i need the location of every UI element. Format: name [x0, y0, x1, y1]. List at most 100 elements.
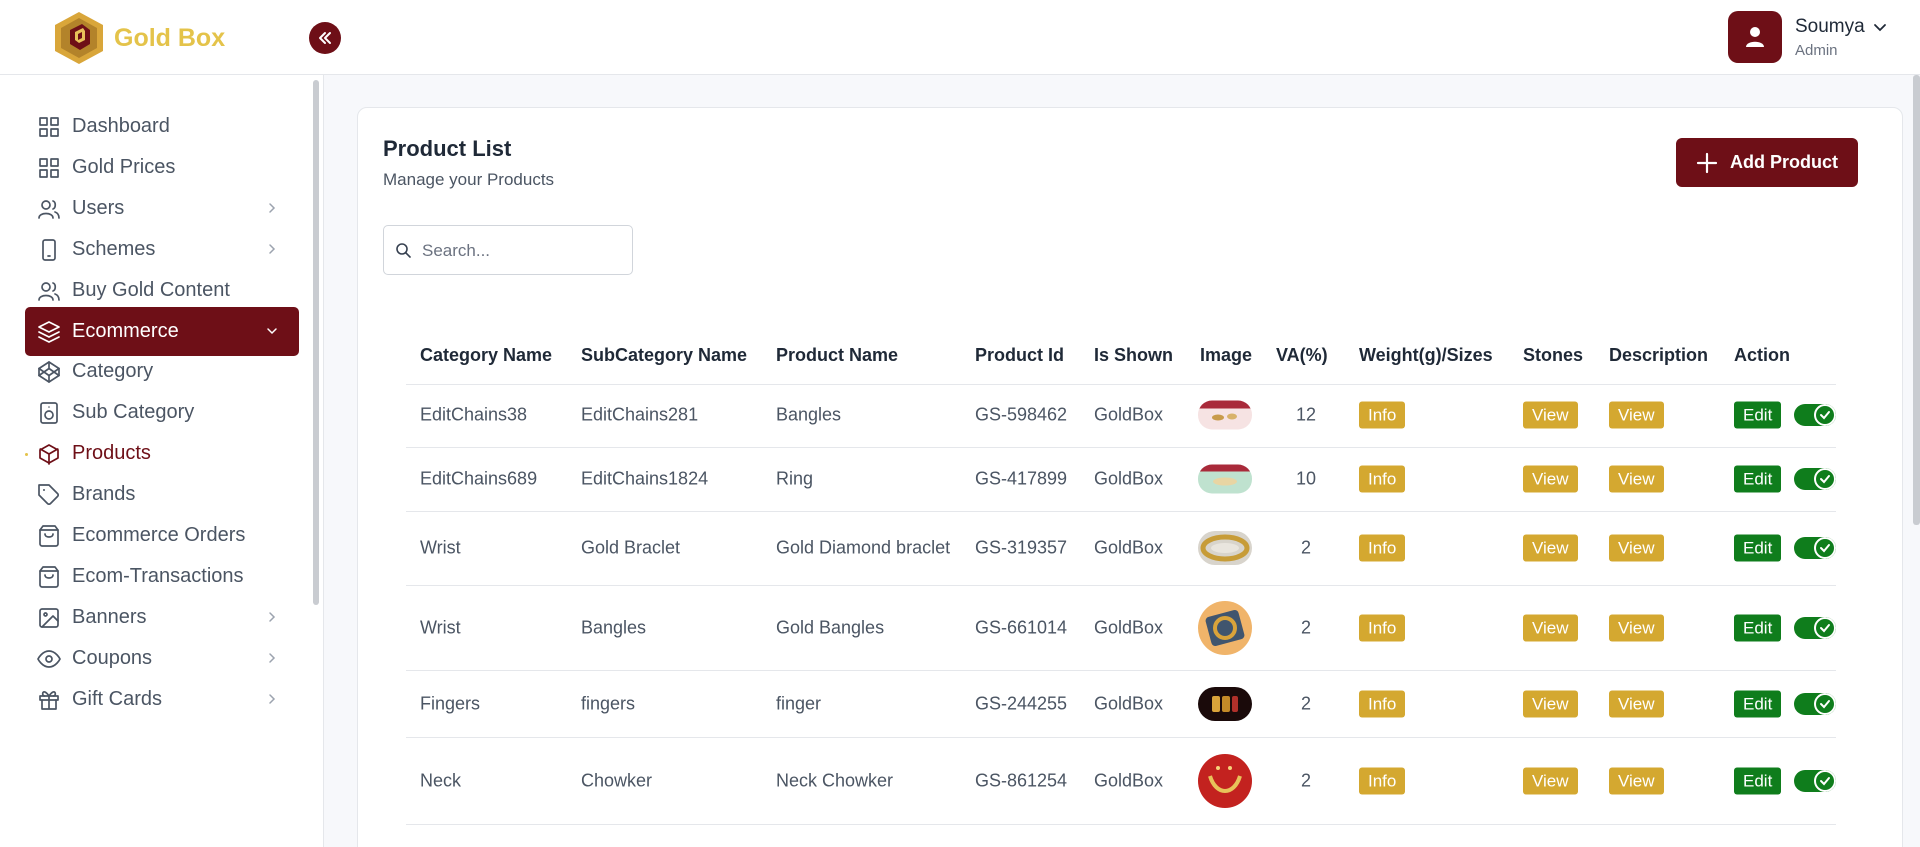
- edit-button[interactable]: Edit: [1734, 614, 1782, 642]
- visibility-toggle[interactable]: [1794, 468, 1836, 490]
- grid-icon: [37, 156, 61, 180]
- product-name-cell: Ring: [776, 468, 814, 489]
- user-name[interactable]: Soumya: [1795, 16, 1865, 38]
- sidebar-item-label: Coupons: [72, 646, 153, 669]
- search-input[interactable]: [422, 238, 622, 264]
- category-cell: Wrist: [420, 537, 461, 558]
- info-button[interactable]: Info: [1359, 614, 1406, 642]
- column-header: Weight(g)/Sizes: [1359, 345, 1493, 365]
- collapse-sidebar-button[interactable]: [309, 22, 341, 54]
- info-button[interactable]: Info: [1359, 401, 1406, 429]
- column-header: Is Shown: [1094, 345, 1174, 365]
- column-header: Action: [1734, 345, 1790, 365]
- search-box[interactable]: [383, 225, 633, 275]
- column-header: Category Name: [420, 345, 553, 365]
- subcategory-cell: EditChains1824: [581, 468, 709, 489]
- column-header: Image: [1200, 345, 1253, 365]
- visibility-toggle[interactable]: [1794, 404, 1836, 426]
- visibility-toggle[interactable]: [1794, 617, 1836, 639]
- user-role: Admin: [1795, 42, 1838, 59]
- phone-icon: [37, 238, 61, 262]
- description-view-button[interactable]: View: [1609, 614, 1664, 642]
- edit-button[interactable]: Edit: [1734, 767, 1782, 795]
- grid-icon: [37, 115, 61, 139]
- info-button[interactable]: Info: [1359, 465, 1406, 493]
- check-icon: [1814, 617, 1836, 639]
- product-name-cell: Gold Bangles: [776, 617, 885, 638]
- ring-image[interactable]: [1198, 464, 1252, 494]
- column-header: VA(%): [1276, 345, 1328, 365]
- visibility-toggle[interactable]: [1794, 770, 1836, 792]
- description-view-button[interactable]: View: [1609, 465, 1664, 493]
- sidebar-item-gift-cards[interactable]: Gift Cards: [25, 675, 299, 724]
- sidebar-item-label: Banners: [72, 605, 147, 628]
- sidebar-item-label: Gift Cards: [72, 687, 163, 710]
- sidebar-item-label: Ecom-Transactions: [72, 564, 244, 587]
- image-icon: [37, 606, 61, 630]
- sidebar-item-label: Ecommerce Orders: [72, 524, 246, 546]
- stones-view-button[interactable]: View: [1523, 465, 1578, 493]
- sidebar: Dashboard Gold Prices Users Schemes Buy Gold…: [0, 75, 324, 847]
- tag-icon: [37, 483, 61, 507]
- bracelet-image[interactable]: [1198, 531, 1252, 565]
- add-product-label: Add Product: [1730, 152, 1838, 172]
- product-name-cell: Neck Chowker: [776, 770, 894, 791]
- stones-view-button[interactable]: View: [1523, 614, 1578, 642]
- visibility-toggle[interactable]: [1794, 693, 1836, 715]
- edit-button[interactable]: Edit: [1734, 401, 1782, 429]
- visibility-toggle[interactable]: [1794, 537, 1836, 559]
- avatar[interactable]: [1728, 11, 1782, 63]
- subcategory-cell: Chowker: [581, 770, 653, 791]
- description-view-button[interactable]: View: [1609, 534, 1664, 562]
- column-header: Product Name: [776, 345, 899, 365]
- top-header: Gold Box Soumya Admin: [0, 0, 1920, 75]
- subcategory-cell: fingers: [581, 693, 636, 714]
- sidebar-scrollbar[interactable]: [313, 80, 319, 605]
- chevron-right-icon: [265, 201, 279, 215]
- page-scrollbar[interactable]: [1913, 75, 1920, 525]
- stones-view-button[interactable]: View: [1523, 767, 1578, 795]
- check-icon: [1814, 404, 1836, 426]
- column-header: Product Id: [975, 345, 1064, 365]
- product-id-cell: GS-244255: [975, 693, 1068, 714]
- edit-button[interactable]: Edit: [1734, 690, 1782, 718]
- sidebar-item-label: Category: [72, 360, 154, 383]
- subcategory-cell: EditChains281: [581, 404, 699, 425]
- column-header: SubCategory Name: [581, 345, 748, 365]
- product-id-cell: GS-417899: [975, 468, 1068, 489]
- category-cell: EditChains689: [420, 468, 538, 489]
- sidebar-item-label: Ecommerce: [72, 319, 179, 342]
- stones-view-button[interactable]: View: [1523, 534, 1578, 562]
- sidebar-item-label: Dashboard: [72, 115, 170, 137]
- is-shown-cell: GoldBox: [1094, 404, 1164, 425]
- sidebar-item-label: Schemes: [72, 237, 156, 260]
- product-id-cell: GS-598462: [975, 404, 1068, 425]
- edit-button[interactable]: Edit: [1734, 465, 1782, 493]
- gold-box-logo[interactable]: [52, 10, 106, 66]
- chevron-down-icon[interactable]: [1872, 19, 1888, 35]
- bangles-image[interactable]: [1198, 400, 1252, 430]
- info-button[interactable]: Info: [1359, 534, 1406, 562]
- stones-view-button[interactable]: View: [1523, 690, 1578, 718]
- edit-button[interactable]: Edit: [1734, 534, 1782, 562]
- row-divider: [406, 824, 1836, 825]
- finger-ring-image[interactable]: [1198, 687, 1252, 721]
- stones-view-button[interactable]: View: [1523, 401, 1578, 429]
- box-icon: [37, 442, 61, 466]
- info-button[interactable]: Info: [1359, 690, 1406, 718]
- description-view-button[interactable]: View: [1609, 401, 1664, 429]
- info-button[interactable]: Info: [1359, 767, 1406, 795]
- check-icon: [1814, 693, 1836, 715]
- gold-bangles-image[interactable]: [1198, 601, 1252, 655]
- description-view-button[interactable]: View: [1609, 767, 1664, 795]
- add-product-button[interactable]: Add Product: [1676, 138, 1858, 187]
- product-id-cell: GS-319357: [975, 537, 1068, 558]
- check-icon: [1814, 770, 1836, 792]
- search-icon: [396, 243, 411, 258]
- shopping-bag-icon: [37, 565, 61, 589]
- is-shown-cell: GoldBox: [1094, 693, 1164, 714]
- column-header: Description: [1609, 345, 1709, 365]
- choker-image[interactable]: [1198, 754, 1252, 808]
- category-cell: Neck: [420, 770, 462, 791]
- description-view-button[interactable]: View: [1609, 690, 1664, 718]
